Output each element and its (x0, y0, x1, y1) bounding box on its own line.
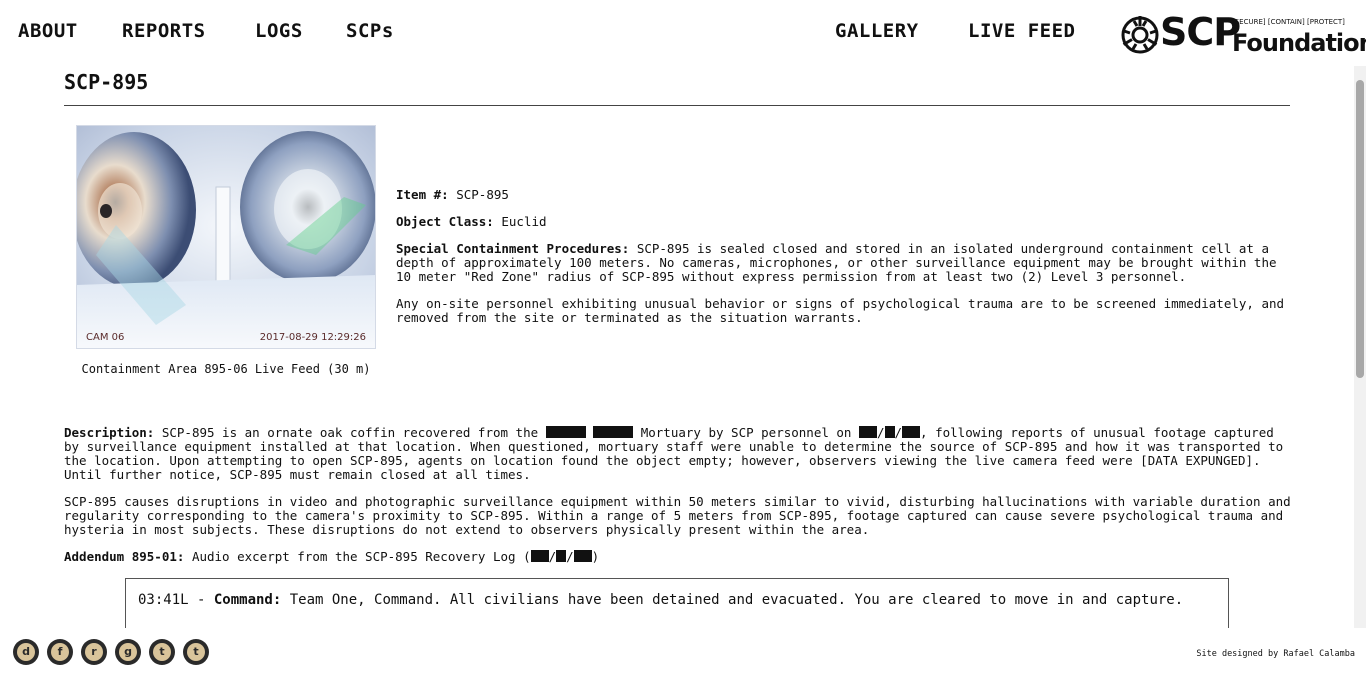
facebook-icon[interactable]: f (47, 639, 73, 665)
recovery-log-box: 03:41L - Command: Team One, Command. All… (125, 578, 1229, 628)
redacted-block (556, 550, 567, 562)
top-navigation: ABOUT REPORTS LOGS SCPs GALLERY LIVE FEE… (0, 0, 1366, 66)
description-label: Description: (64, 425, 155, 440)
reddit-icon[interactable]: r (81, 639, 107, 665)
redacted-block (858, 426, 877, 438)
scrollbar-thumb[interactable] (1356, 80, 1364, 378)
logo-scp-text: SCP (1160, 10, 1241, 54)
log-text: Team One, Command. All civilians have be… (281, 592, 1184, 608)
camera-feed-picture (76, 125, 376, 349)
object-class-label: Object Class: (396, 214, 494, 229)
twitter-icon[interactable]: t (183, 639, 209, 665)
item-number-label: Item #: (396, 187, 449, 202)
nav-about[interactable]: ABOUT (18, 20, 78, 42)
log-speaker: Command: (213, 592, 282, 608)
nav-reports[interactable]: REPORTS (122, 20, 206, 42)
vertical-scrollbar[interactable] (1354, 66, 1366, 628)
title-divider (64, 105, 1290, 106)
description-section: Description: SCP-895 is an ornate oak co… (64, 426, 1294, 577)
tumblr-icon[interactable]: t (149, 639, 175, 665)
live-feed-image: CAM 06 2017-08-29 12:29:26 (76, 125, 376, 349)
logo-foundation-text: Foundation (1232, 29, 1366, 57)
containment-procedures: Special Containment Procedures: SCP-895 … (396, 242, 1296, 284)
object-class-row: Object Class: Euclid (396, 215, 1296, 229)
item-number-value: SCP-895 (456, 187, 509, 202)
description-paragraph-2: SCP-895 causes disruptions in video and … (64, 494, 1291, 537)
footer: d f r g t t Site designed by Rafael Cala… (0, 628, 1366, 673)
description-text-2: Mortuary by SCP personnel on (640, 425, 852, 440)
containment-procedures-2: Any on-site personnel exhibiting unusual… (396, 296, 1285, 325)
nav-live-feed[interactable]: LIVE FEED (968, 20, 1075, 42)
redacted-block (902, 426, 921, 438)
github-icon[interactable]: g (115, 639, 141, 665)
scp-foundation-logo[interactable]: SCP [SECURE] [CONTAIN] [PROTECT] Foundat… (1120, 10, 1366, 58)
camera-label: CAM 06 (86, 332, 125, 343)
discord-icon[interactable]: d (13, 639, 39, 665)
facebook-glyph: f (51, 643, 69, 661)
addendum-label: Addendum 895-01: (64, 549, 185, 564)
camera-caption: Containment Area 895-06 Live Feed (30 m) (81, 362, 371, 376)
camera-timestamp: 2017-08-29 12:29:26 (259, 332, 366, 343)
redacted-block (573, 550, 592, 562)
addendum-row: Addendum 895-01: Audio excerpt from the … (64, 549, 600, 564)
object-class-value: Euclid (501, 214, 547, 229)
nav-scps[interactable]: SCPs (346, 20, 394, 42)
addendum-text: Audio excerpt from the SCP-895 Recovery … (191, 549, 531, 564)
nav-gallery[interactable]: GALLERY (835, 20, 919, 42)
log-time: 03:41L - (138, 592, 214, 608)
logo-tagline: [SECURE] [CONTAIN] [PROTECT] (1232, 18, 1345, 26)
main-content: SCP-895 CAM 06 2017-08-29 12:29:26 Conta… (0, 66, 1354, 628)
reddit-glyph: r (85, 643, 103, 661)
redacted-block (884, 426, 895, 438)
redacted-block (593, 426, 634, 438)
description-text-1: SCP-895 is an ornate oak coffin recovere… (161, 425, 539, 440)
github-glyph: g (119, 643, 137, 661)
redacted-block (545, 426, 586, 438)
twitter-glyph: t (187, 643, 205, 661)
nav-logs[interactable]: LOGS (255, 20, 303, 42)
tumblr-glyph: t (153, 643, 171, 661)
scp-emblem-icon (1121, 16, 1159, 54)
item-info: Item #: SCP-895 Object Class: Euclid Spe… (396, 188, 1296, 338)
site-credit: Site designed by Rafael Calamba (1196, 649, 1355, 659)
item-number-row: Item #: SCP-895 (396, 188, 1296, 202)
description-paragraph: Description: SCP-895 is an ornate oak co… (64, 425, 1284, 482)
procedures-label: Special Containment Procedures: (396, 241, 630, 256)
redacted-block (530, 550, 549, 562)
discord-glyph: d (17, 643, 35, 661)
page-title: SCP-895 (64, 70, 149, 94)
